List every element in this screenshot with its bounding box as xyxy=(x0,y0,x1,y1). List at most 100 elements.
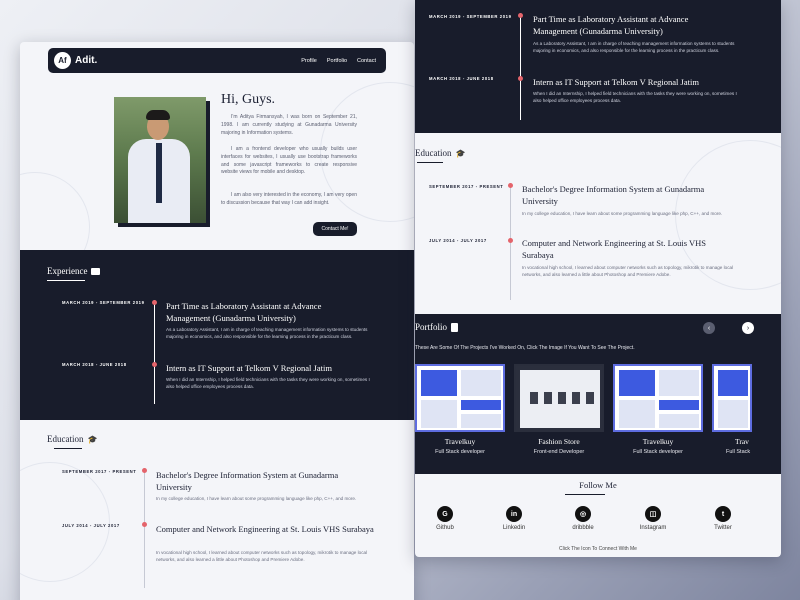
project-card[interactable] xyxy=(712,364,752,432)
timeline-dot xyxy=(142,468,147,473)
portfolio-title: Portfolio xyxy=(415,322,448,332)
timeline-dot xyxy=(508,183,513,188)
education-desc: In vocational high school, I learned abo… xyxy=(522,265,734,278)
hero-paragraph: I am a frontend developer who usually bu… xyxy=(221,146,357,176)
experience-title-item: Part Time as Laboratory Assistant at Adv… xyxy=(533,14,689,37)
logo-badge[interactable]: Af xyxy=(54,52,71,69)
social-label: Twitter xyxy=(714,525,732,531)
profile-page-preview: Af Adit. Profile Portfolio Contact Hi, G… xyxy=(20,42,414,600)
experience-desc: As a Laboratory Assistant, I am in charg… xyxy=(166,327,368,340)
timeline-dot xyxy=(152,362,157,367)
social-dribbble[interactable]: ◎ dribbble xyxy=(561,506,605,531)
timeline-dot xyxy=(152,300,157,305)
timeline-line xyxy=(154,300,155,404)
twitter-icon[interactable]: t xyxy=(715,506,731,522)
hero-paragraph: I'm Aditya Firmansyah, I was born on Sep… xyxy=(221,114,357,136)
document-icon xyxy=(451,322,459,332)
portfolio-heading: Portfolio xyxy=(415,322,459,332)
education-heading: Education 🎓 xyxy=(47,434,97,444)
graduation-cap-icon: 🎓 xyxy=(87,434,98,444)
experience-desc: As a Laboratory Assistant, I am in charg… xyxy=(533,41,735,54)
portfolio-subtitle: These Are Some Of The Projects I've Work… xyxy=(415,345,635,351)
nav-link-contact[interactable]: Contact xyxy=(357,58,376,64)
social-label: Github xyxy=(436,525,454,531)
experience-title: Experience xyxy=(47,266,88,276)
project-card[interactable] xyxy=(415,364,505,432)
experience-desc: When I did an Internship, I helped field… xyxy=(166,377,370,390)
project-role: Front-end Developer xyxy=(533,449,585,455)
briefcase-icon xyxy=(91,267,101,275)
timeline-dot xyxy=(518,13,523,18)
experience-title-item: Intern as IT Support at Telkom V Regiona… xyxy=(533,77,699,87)
portfolio-page-preview: MARCH 2019 - SEPTEMBER 2019 Part Time as… xyxy=(415,0,781,557)
education-desc: In my college education, I have learn ab… xyxy=(522,211,723,216)
experience-title-item: Intern as IT Support at Telkom V Regiona… xyxy=(166,363,332,373)
experience-date: MARCH 2018 - JUNE 2018 xyxy=(429,76,494,81)
section-underline xyxy=(565,494,605,495)
section-underline xyxy=(54,448,82,449)
education-title-item: Bachelor's Degree Information System at … xyxy=(522,184,705,207)
linkedin-icon[interactable]: in xyxy=(506,506,522,522)
follow-footnote: Click The Icon To Connect With Me xyxy=(559,546,637,552)
education-date: JULY 2014 - JULY 2017 xyxy=(62,523,120,528)
project-name: Trav xyxy=(735,437,749,446)
profile-photo xyxy=(114,97,206,223)
social-label: Instagram xyxy=(639,525,667,531)
project-card[interactable] xyxy=(613,364,703,432)
education-title-item: Bachelor's Degree Information System at … xyxy=(156,470,339,493)
social-instagram[interactable]: ◫ Instagram xyxy=(631,506,675,531)
timeline-dot xyxy=(518,76,523,81)
education-date: SEPTEMBER 2017 - PRESENT xyxy=(62,469,137,474)
logo-text[interactable]: Adit. xyxy=(75,55,97,66)
project-role: Full Stack developer xyxy=(633,449,683,455)
nav-link-portfolio[interactable]: Portfolio xyxy=(327,58,347,64)
experience-date: MARCH 2019 - SEPTEMBER 2019 xyxy=(429,14,512,19)
project-name: Fashion Store xyxy=(538,437,580,446)
section-underline xyxy=(47,280,85,281)
education-date: JULY 2014 - JULY 2017 xyxy=(429,238,487,243)
graduation-cap-icon: 🎓 xyxy=(455,148,466,158)
social-github[interactable]: G Github xyxy=(423,506,467,531)
education-date: SEPTEMBER 2017 - PRESENT xyxy=(429,184,504,189)
experience-date: MARCH 2018 - JUNE 2018 xyxy=(62,362,127,367)
timeline-line xyxy=(520,13,521,120)
timeline-dot xyxy=(142,522,147,527)
project-card[interactable] xyxy=(514,364,604,432)
timeline-line xyxy=(510,186,511,300)
project-role: Full Stack developer xyxy=(435,449,485,455)
navbar: Af Adit. Profile Portfolio Contact xyxy=(48,48,386,73)
background-circle xyxy=(20,462,110,582)
dribbble-icon[interactable]: ◎ xyxy=(575,506,591,522)
education-desc: In my college education, I have learn ab… xyxy=(156,496,357,501)
social-label: dribbble xyxy=(572,525,594,531)
education-title: Education xyxy=(47,434,84,444)
timeline-line xyxy=(144,470,145,588)
project-name: Travelkuy xyxy=(444,437,476,446)
project-role: Full Stack xyxy=(726,449,751,455)
instagram-icon[interactable]: ◫ xyxy=(645,506,661,522)
carousel-prev-button[interactable]: ‹ xyxy=(703,322,715,334)
contact-me-button[interactable]: Contact Me! xyxy=(313,222,357,236)
social-twitter[interactable]: t Twitter xyxy=(701,506,745,531)
education-desc: In vocational high school, I learned abo… xyxy=(156,550,368,563)
experience-heading: Experience xyxy=(47,266,101,276)
education-title-item: Computer and Network Engineering at St. … xyxy=(522,238,706,261)
social-label: Linkedin xyxy=(502,525,526,531)
social-linkedin[interactable]: in Linkedin xyxy=(492,506,536,531)
nav-link-profile[interactable]: Profile xyxy=(301,58,317,64)
experience-desc: When I did an Internship, I helped field… xyxy=(533,91,737,104)
project-name: Travelkuy xyxy=(642,437,674,446)
follow-me-title: Follow Me xyxy=(579,480,617,490)
nav-links: Profile Portfolio Contact xyxy=(301,58,380,64)
github-icon[interactable]: G xyxy=(437,506,453,522)
carousel-next-button[interactable]: › xyxy=(742,322,754,334)
experience-date: MARCH 2019 - SEPTEMBER 2019 xyxy=(62,300,145,305)
section-underline xyxy=(417,162,443,163)
hero-paragraph: I am also very interested in the economy… xyxy=(221,192,357,206)
timeline-dot xyxy=(508,238,513,243)
education-title: Education xyxy=(415,148,452,158)
hero-title: Hi, Guys. xyxy=(221,92,276,107)
education-heading: Education 🎓 xyxy=(415,148,465,158)
education-title-item: Computer and Network Engineering at St. … xyxy=(156,524,374,534)
experience-title-item: Part Time as Laboratory Assistant at Adv… xyxy=(166,301,322,324)
